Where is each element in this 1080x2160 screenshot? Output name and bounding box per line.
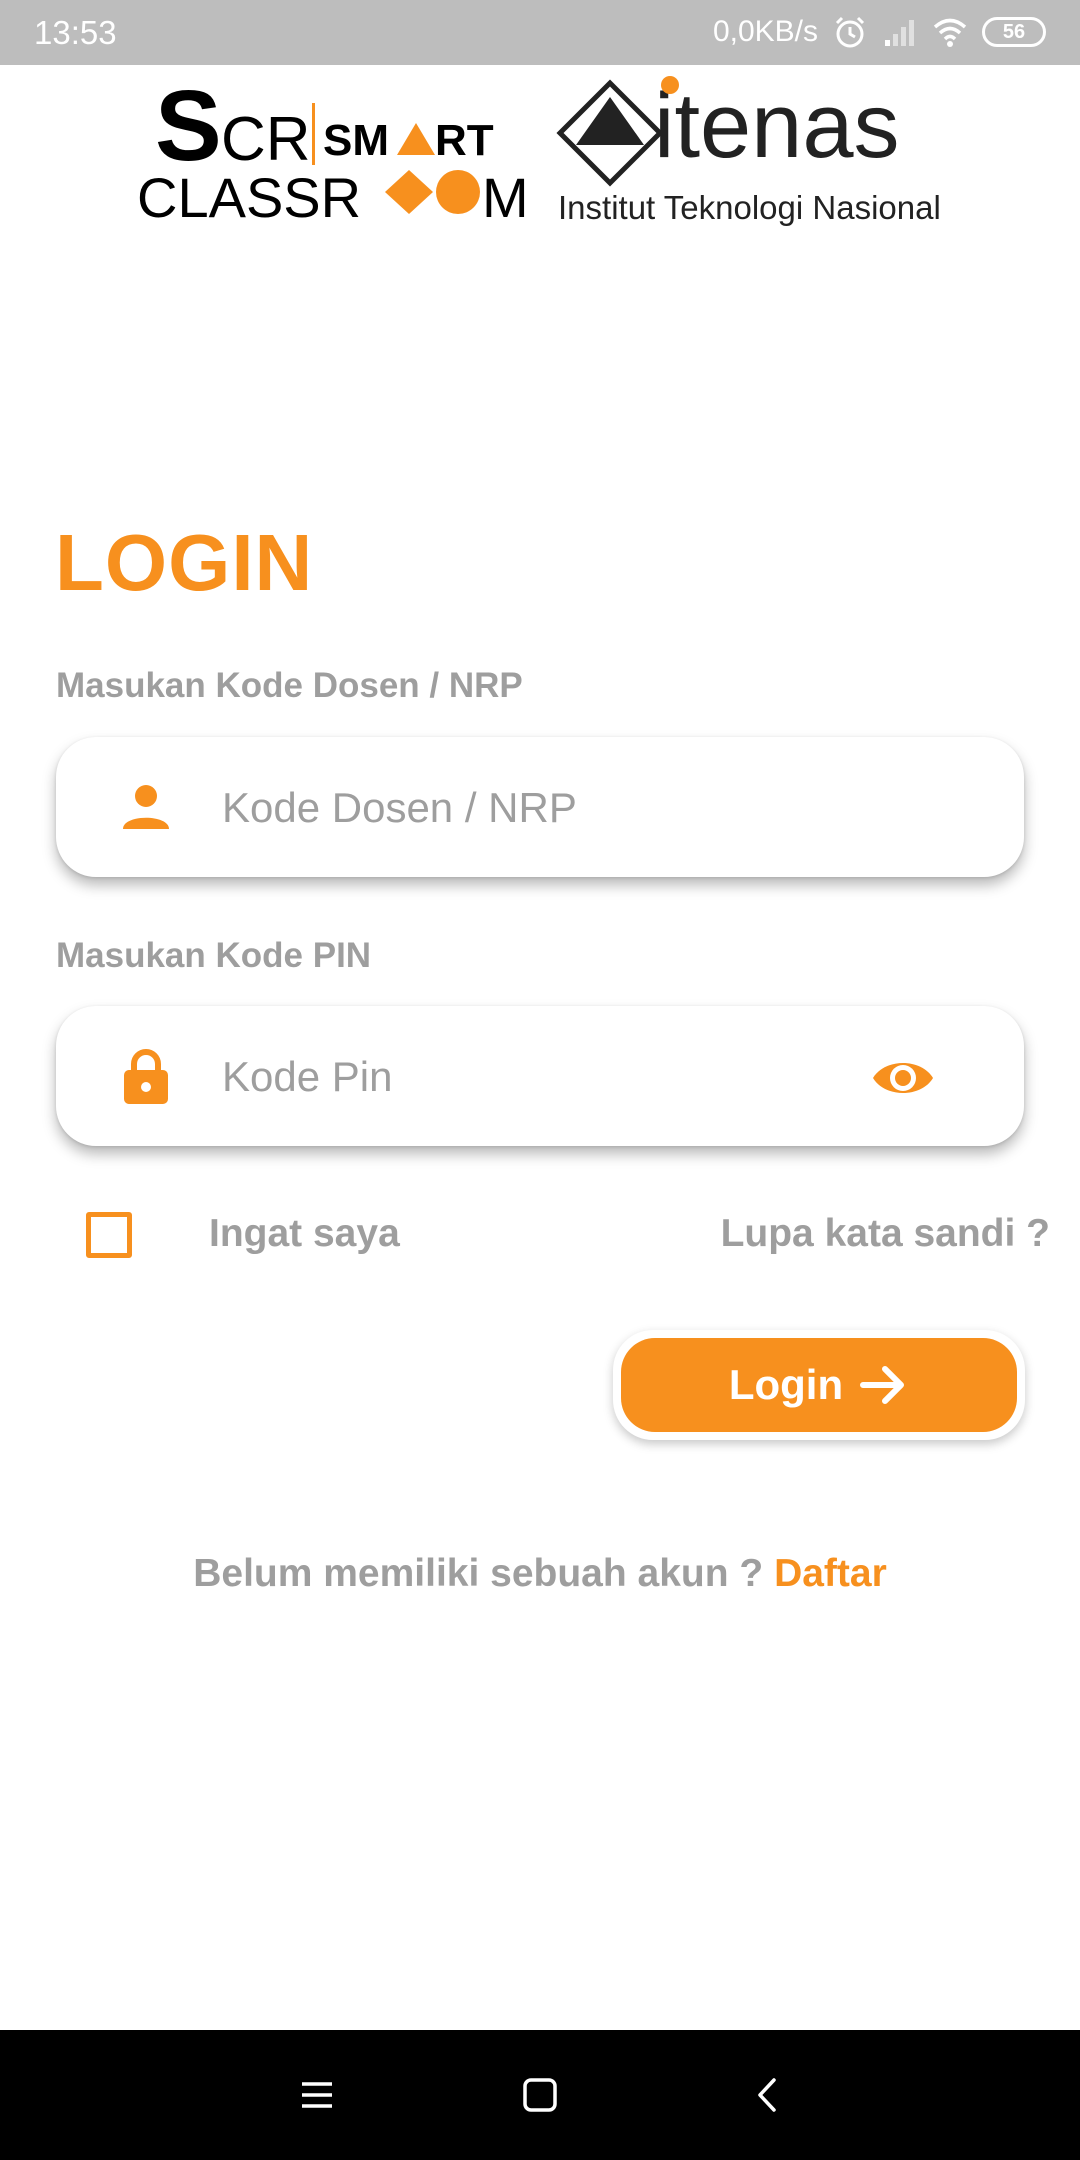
scr-smart-classroom-logo: S CR SM RT CLASSR M <box>137 70 525 229</box>
person-icon <box>123 785 169 829</box>
signup-link[interactable]: Daftar <box>774 1552 887 1595</box>
signal-icon <box>885 20 914 46</box>
login-button[interactable]: Login <box>621 1338 1017 1432</box>
nrp-label: Masukan Kode Dosen / NRP <box>56 666 523 705</box>
login-button-container: Login <box>613 1330 1025 1440</box>
pin-field[interactable] <box>56 1006 1024 1146</box>
svg-text:SM: SM <box>323 116 389 165</box>
svg-text:itenas: itenas <box>654 75 900 177</box>
eye-icon[interactable] <box>871 1046 935 1110</box>
svg-text:M: M <box>482 166 525 229</box>
navigation-bar <box>0 2030 1080 2160</box>
nrp-field[interactable] <box>56 737 1024 877</box>
svg-text:CR: CR <box>221 105 311 174</box>
forgot-password-link[interactable]: Lupa kata sandi ? <box>721 1212 1050 1256</box>
login-title: LOGIN <box>55 518 314 607</box>
network-speed: 0,0KB/s <box>712 15 818 48</box>
nrp-input[interactable] <box>220 767 864 849</box>
itenas-logo: itenas Institut Teknologi Nasional <box>556 75 941 226</box>
svg-text:Institut Teknologi Nasional: Institut Teknologi Nasional <box>558 189 941 226</box>
menu-icon[interactable] <box>292 2070 342 2120</box>
remember-checkbox[interactable] <box>86 1212 132 1258</box>
lock-icon <box>124 1049 168 1104</box>
status-time: 13:53 <box>34 14 117 51</box>
signup-prompt-line: Belum memiliki sebuah akun ? Daftar <box>0 1552 1080 1596</box>
status-right: 0,0KB/s 56 <box>713 12 1046 52</box>
svg-text:RT: RT <box>435 116 494 165</box>
header-logos: S CR SM RT CLASSR M itenas Institut Tekn… <box>0 65 1080 235</box>
home-icon[interactable] <box>515 2070 565 2120</box>
status-bar: 13:53 0,0KB/s 56 <box>0 0 1080 65</box>
wifi-icon <box>933 18 967 47</box>
signup-prompt: Belum memiliki sebuah akun ? <box>193 1552 764 1595</box>
pin-input[interactable] <box>220 1036 864 1118</box>
alarm-icon <box>835 16 865 48</box>
pin-label: Masukan Kode PIN <box>56 936 372 975</box>
login-button-label: Login <box>728 1361 844 1408</box>
back-icon[interactable] <box>743 2070 793 2120</box>
svg-text:CLASSR: CLASSR <box>137 166 361 229</box>
arrow-right-icon <box>860 1366 905 1404</box>
remember-label[interactable]: Ingat saya <box>209 1212 400 1256</box>
battery-icon: 56 <box>982 17 1046 47</box>
